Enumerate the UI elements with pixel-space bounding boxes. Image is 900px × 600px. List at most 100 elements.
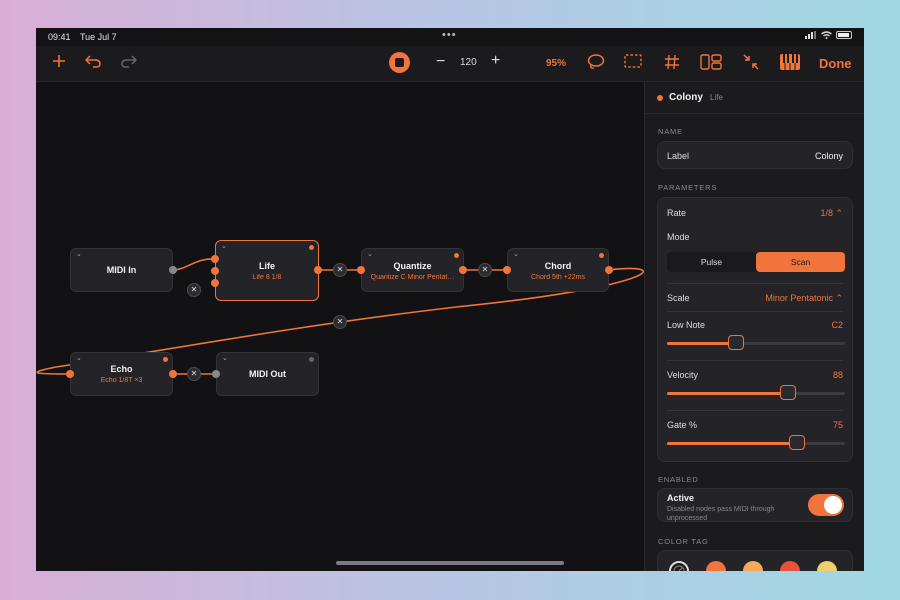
collapse-icon[interactable]	[743, 54, 759, 70]
input-port[interactable]	[66, 370, 74, 378]
node-subtitle: Chord 5th +22ms	[531, 274, 585, 281]
marquee-select-icon[interactable]	[624, 54, 642, 68]
node-title: Quantize	[393, 261, 432, 271]
chevron-down-icon[interactable]: ⌄	[221, 242, 227, 250]
delete-wire-button[interactable]: ✕	[187, 283, 201, 297]
toolbar: − 120 + 95% Done	[36, 46, 864, 82]
slider-fill	[667, 442, 797, 445]
delete-wire-button[interactable]: ✕	[333, 263, 347, 277]
tempo-value: 120	[460, 57, 477, 68]
output-port[interactable]	[605, 266, 613, 274]
stop-button[interactable]	[389, 52, 410, 73]
node-midi-out[interactable]: ⌄ MIDI Out	[216, 352, 319, 396]
chevron-down-icon[interactable]: ⌄	[222, 354, 228, 362]
home-indicator[interactable]	[336, 561, 564, 565]
section-parameters-heading: PARAMETERS	[658, 183, 718, 192]
chevron-down-icon[interactable]: ⌄	[76, 354, 82, 362]
active-indicator-dot	[309, 357, 314, 362]
output-port[interactable]	[169, 370, 177, 378]
color-swatch[interactable]	[706, 561, 726, 571]
node-title: MIDI In	[106, 265, 137, 275]
slider-thumb[interactable]	[780, 385, 797, 400]
section-color-heading: COLOR TAG	[658, 537, 709, 546]
mode-option-pulse[interactable]: Pulse	[667, 252, 756, 272]
node-chord[interactable]: ⌄ Chord Chord 5th +22ms	[507, 248, 609, 292]
node-subtitle: Life 8 1/8	[252, 274, 282, 281]
delete-wire-button[interactable]: ✕	[333, 315, 347, 329]
mode-label: Mode	[667, 232, 690, 242]
color-swatch[interactable]	[743, 561, 763, 571]
output-port[interactable]	[314, 266, 322, 274]
active-label: Active	[667, 493, 695, 503]
piano-keyboard-icon[interactable]	[780, 54, 800, 70]
section-enabled-heading: ENABLED	[658, 475, 699, 484]
gate-value: 75	[832, 420, 843, 430]
gate-slider[interactable]	[667, 435, 845, 450]
rate-picker[interactable]: 1/8 ⌃	[820, 208, 843, 219]
plus-icon[interactable]	[52, 54, 66, 68]
output-port[interactable]	[169, 266, 177, 274]
active-help-text: Disabled nodes pass MIDI through unproce…	[667, 506, 775, 522]
tempo-increase-button[interactable]: +	[491, 52, 500, 70]
lasso-icon[interactable]	[587, 54, 605, 70]
input-port[interactable]	[212, 370, 220, 378]
delete-wire-button[interactable]: ✕	[187, 367, 201, 381]
node-life[interactable]: ⌄ Life Life 8 1/8	[215, 240, 319, 301]
output-port[interactable]	[459, 266, 467, 274]
low-note-label: Low Note	[667, 320, 706, 330]
rate-label: Rate	[667, 208, 687, 218]
inspector-node-name: Colony	[669, 92, 703, 103]
delete-wire-button[interactable]: ✕	[478, 263, 492, 277]
chevron-down-icon[interactable]: ⌄	[367, 250, 373, 258]
undo-icon[interactable]	[85, 54, 101, 68]
node-title: Echo	[110, 364, 133, 374]
color-swatch[interactable]	[780, 561, 800, 571]
input-port[interactable]	[211, 255, 219, 263]
redo-icon[interactable]	[121, 54, 137, 68]
mode-segmented-control[interactable]: Pulse Scan	[667, 252, 845, 272]
active-toggle[interactable]	[808, 494, 844, 516]
no-color-swatch[interactable]	[669, 561, 689, 571]
patch-canvas[interactable]: ⌄ MIDI In ⌄ Life Life 8 1/8 ⌄ Quantize Q…	[36, 82, 644, 571]
wire-midi-in-life	[172, 258, 215, 271]
input-port[interactable]	[211, 267, 219, 275]
status-bar: 09:41 Tue Jul 7 •••	[36, 28, 864, 46]
velocity-slider[interactable]	[667, 385, 845, 400]
color-tag-row	[657, 550, 853, 571]
node-echo[interactable]: ⌄ Echo Echo 1/8T ×3	[70, 352, 173, 396]
label-row[interactable]: Label Colony	[657, 141, 853, 169]
scale-picker[interactable]: Minor Pentatonic ⌃	[765, 293, 843, 304]
node-midi-in[interactable]: ⌄ MIDI In	[70, 248, 173, 292]
done-button[interactable]: Done	[819, 56, 852, 71]
node-quantize[interactable]: ⌄ Quantize Quantize C Minor Pentat…	[361, 248, 464, 292]
node-title: Life	[258, 261, 275, 271]
slider-thumb[interactable]	[788, 435, 805, 450]
chevron-down-icon[interactable]: ⌄	[513, 250, 519, 258]
slider-thumb[interactable]	[728, 335, 745, 350]
input-port[interactable]	[211, 279, 219, 287]
active-indicator-dot	[599, 253, 604, 258]
node-subtitle: Echo 1/8T ×3	[100, 377, 143, 384]
input-port[interactable]	[503, 266, 511, 274]
status-time: 09:41	[48, 32, 71, 42]
zoom-level[interactable]: 95%	[546, 58, 566, 69]
layout-icon[interactable]	[700, 54, 722, 70]
active-row[interactable]: Active Disabled nodes pass MIDI through …	[657, 488, 853, 522]
slider-fill	[667, 342, 737, 345]
chevron-down-icon[interactable]: ⌄	[76, 250, 82, 258]
divider	[667, 283, 843, 284]
label-field-value[interactable]: Colony	[815, 151, 843, 161]
active-indicator-dot	[163, 357, 168, 362]
multitask-handle[interactable]: •••	[442, 29, 457, 41]
input-port[interactable]	[357, 266, 365, 274]
color-swatch[interactable]	[817, 561, 837, 571]
low-note-slider[interactable]	[667, 335, 845, 350]
velocity-value: 88	[832, 370, 843, 380]
grid-icon[interactable]	[664, 54, 680, 70]
battery-icon	[836, 31, 852, 39]
mode-option-scan[interactable]: Scan	[756, 252, 845, 272]
divider	[667, 360, 843, 361]
tempo-decrease-button[interactable]: −	[436, 53, 445, 71]
active-indicator-dot	[454, 253, 459, 258]
parameters-card: Rate 1/8 ⌃ Mode Pulse Scan Scale Minor P…	[657, 197, 853, 462]
